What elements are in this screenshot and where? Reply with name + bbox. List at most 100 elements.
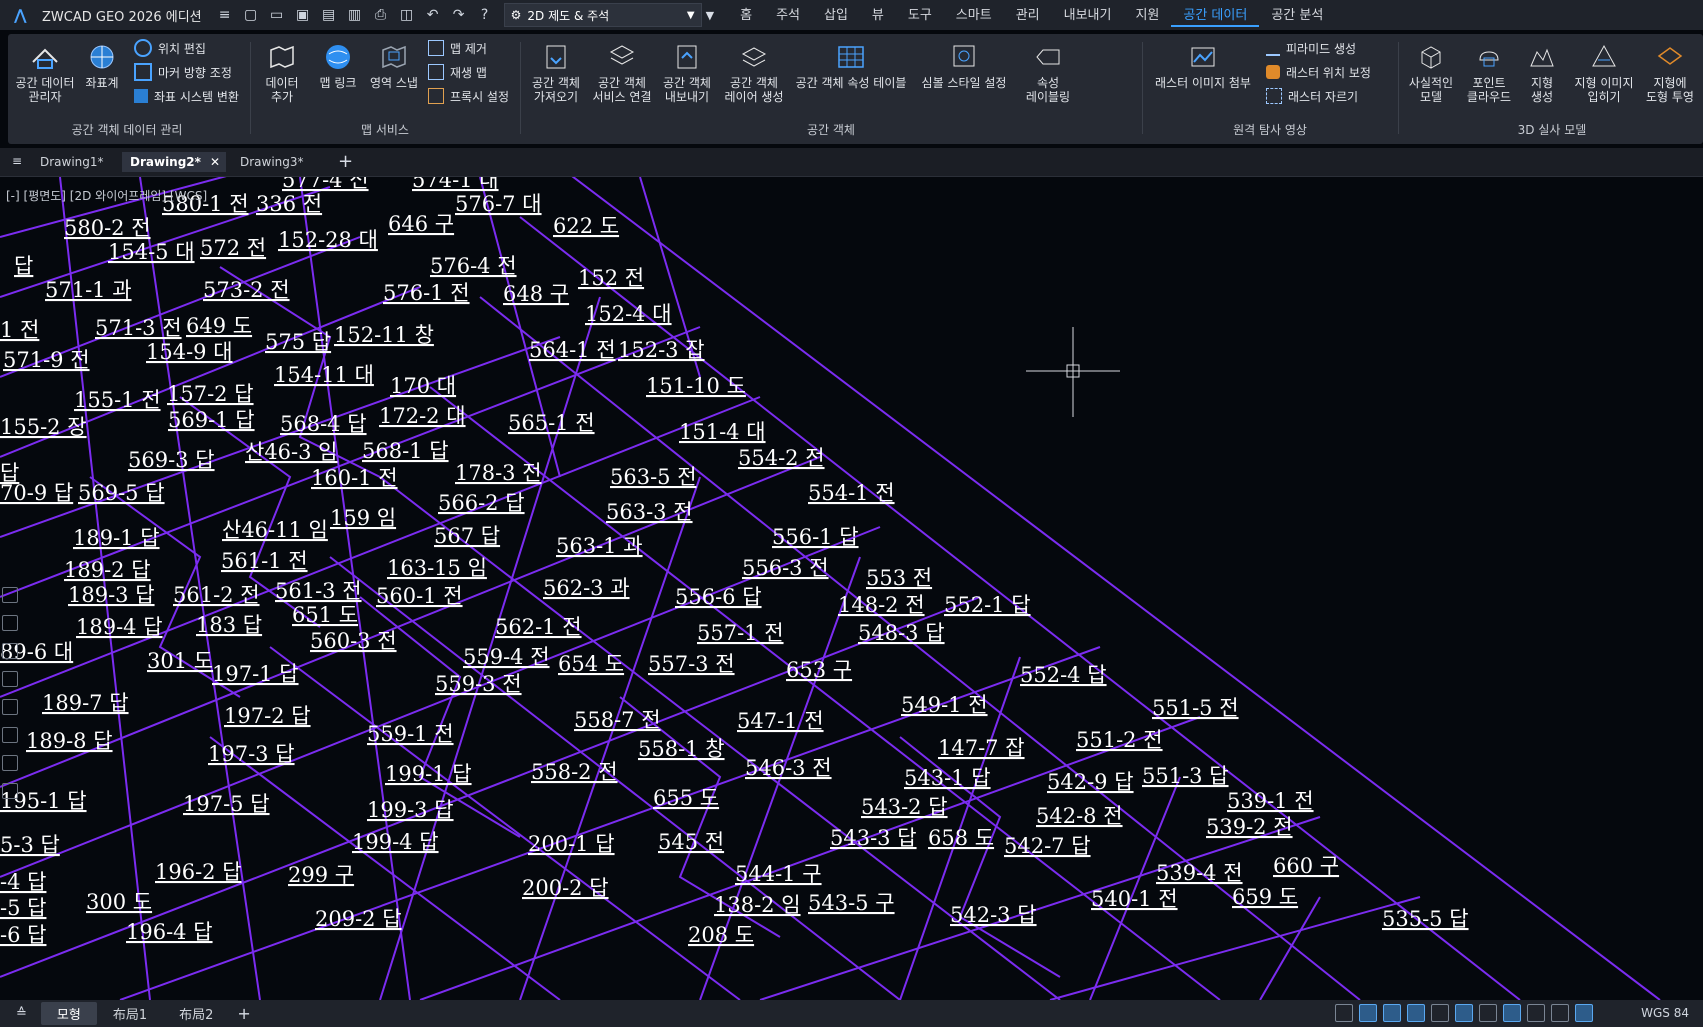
parcel-label[interactable]: 546-3 전 [745, 756, 832, 780]
parcel-label[interactable]: 542-3 답 [950, 903, 1037, 927]
real-model-button[interactable]: 사실적인 모델 [1404, 42, 1458, 104]
menu-item-3[interactable]: 뷰 [860, 4, 896, 27]
ortho-toggle-icon[interactable] [1383, 1004, 1401, 1022]
undo-icon[interactable]: ↶ [424, 6, 442, 24]
parcel-label[interactable]: 658 도 [928, 826, 994, 850]
globe-icon[interactable] [1575, 1004, 1593, 1022]
parcel-label[interactable]: 552-4 답 [1020, 663, 1107, 687]
parcel-label[interactable]: 299 구 [288, 863, 354, 887]
parcel-label[interactable]: 551-2 전 [1076, 728, 1163, 752]
parcel-label[interactable]: 577-4 전 [282, 177, 369, 192]
polar-toggle-icon[interactable] [1407, 1004, 1425, 1022]
terrain-image-button[interactable]: 지형 이미지 입히기 [1570, 42, 1638, 104]
parcel-label[interactable]: 558-1 창 [638, 737, 725, 761]
parcel-label[interactable]: 558-2 전 [531, 760, 618, 784]
parcel-label[interactable]: 557-1 전 [697, 621, 784, 645]
menu-item-0[interactable]: 홈 [728, 4, 764, 27]
lineweight-toggle-icon[interactable] [1479, 1004, 1497, 1022]
tool-icon[interactable] [2, 587, 18, 603]
menu-item-4[interactable]: 도구 [896, 4, 944, 27]
parcel-label[interactable]: 653 구 [786, 658, 852, 682]
parcel-label[interactable]: 560-1 전 [376, 584, 463, 608]
parcel-label[interactable]: 539-1 전 [1227, 789, 1314, 813]
save-icon[interactable]: ▣ [294, 6, 312, 24]
parcel-label[interactable]: 648 구 [503, 282, 569, 306]
parcel-label[interactable]: 551-5 전 [1152, 696, 1239, 720]
parcel-label[interactable]: 556-6 답 [675, 585, 762, 609]
data-manager-button[interactable]: 공간 데이터 관리자 [14, 42, 76, 104]
parcel-label[interactable]: 208 도 [688, 923, 754, 947]
parcel-label[interactable]: 답 [14, 254, 33, 278]
tool-icon[interactable] [2, 783, 18, 799]
parcel-label[interactable]: 544-1 구 [735, 862, 822, 886]
parcel-label[interactable]: 189-2 답 [64, 558, 151, 582]
drawing-viewport[interactable]: [-] [평면도] [2D 와이어프레임] [WCS] 580-1 전 336 전… [0, 177, 1703, 1000]
parcel-label[interactable]: 189-7 답 [42, 691, 129, 715]
parcel-label[interactable]: 197-2 답 [224, 704, 311, 728]
map-remove-button[interactable]: 맵 제거 [428, 38, 487, 58]
parcel-label[interactable]: 559-4 전 [463, 645, 550, 669]
parcel-label[interactable]: 542-7 답 [1004, 834, 1091, 858]
parcel-label[interactable]: 199-1 답 [385, 762, 472, 786]
parcel-label[interactable]: 556-3 전 [742, 556, 829, 580]
parcel-label[interactable]: 562-1 전 [495, 615, 582, 639]
parcel-label[interactable]: 147-7 잡 [938, 736, 1025, 760]
parcel-label[interactable]: 189-4 답 [76, 615, 163, 639]
parcel-label[interactable]: 152 전 [578, 266, 644, 290]
menu-item-7[interactable]: 내보내기 [1052, 4, 1124, 27]
parcel-label[interactable]: 151-4 대 [679, 420, 766, 444]
add-tab-icon[interactable]: + [338, 151, 353, 172]
parcel-label[interactable]: 563-3 전 [606, 500, 693, 524]
raster-attach-button[interactable]: 래스터 이미지 첨부 [1148, 42, 1258, 90]
coord-transform-button[interactable]: 좌표 시스템 변환 [134, 86, 239, 106]
open-folder-icon[interactable]: ▭ [268, 6, 286, 24]
parcel-label[interactable]: 560-3 전 [310, 629, 397, 653]
parcel-label[interactable]: 564-1 전 [529, 338, 616, 362]
data-add-button[interactable]: 데이터 추가 [260, 42, 304, 104]
parcel-label[interactable]: 562-3 과 [543, 576, 630, 600]
parcel-label[interactable]: 산46-3 임 [245, 440, 338, 464]
tab-drawing3[interactable]: Drawing3* [232, 152, 312, 172]
parcel-label[interactable]: 539-2 전 [1206, 815, 1293, 839]
parcel-label[interactable]: 542-8 전 [1036, 804, 1123, 828]
parcel-label[interactable]: 649 도 [186, 314, 252, 338]
attribute-label-button[interactable]: 속성 레이블링 [1024, 42, 1072, 104]
parcel-label[interactable]: 197-5 답 [183, 792, 270, 816]
raster-clip-button[interactable]: 래스터 자르기 [1266, 86, 1358, 106]
menu-item-5[interactable]: 스마트 [944, 4, 1004, 27]
parcel-label[interactable]: 155-2 장 [0, 415, 87, 439]
tool-icon[interactable] [2, 615, 18, 631]
tab-list-icon[interactable]: ≡ [12, 154, 22, 168]
service-connect-button[interactable]: 공간 객체 서비스 연결 [590, 42, 654, 104]
parcel-label[interactable]: 553 전 [866, 566, 932, 590]
crs-indicator[interactable]: WGS 84 [1641, 1006, 1689, 1020]
parcel-label[interactable]: 545 전 [658, 830, 724, 854]
parcel-label[interactable]: -6 답 [0, 923, 46, 947]
parcel-label[interactable]: 197-3 답 [208, 742, 295, 766]
customize-qa-icon[interactable]: ▼ [706, 9, 714, 22]
parcel-label[interactable]: 547-1 전 [737, 709, 824, 733]
parcel-label[interactable]: 138-2 임 [714, 893, 801, 917]
parcel-label[interactable]: 163-15 임 [387, 556, 487, 580]
parcel-label[interactable]: 155-1 전 [74, 388, 161, 412]
add-layout-icon[interactable]: + [237, 1004, 250, 1023]
parcel-label[interactable]: 660 구 [1273, 854, 1339, 878]
parcel-label[interactable]: 576-4 전 [430, 254, 517, 278]
parcel-label[interactable]: 561-2 전 [173, 583, 260, 607]
parcel-label[interactable]: 160-1 전 [311, 466, 398, 490]
map-regen-button[interactable]: 재생 맵 [428, 62, 487, 82]
parcel-label[interactable]: 154-5 대 [108, 240, 195, 264]
parcel-label[interactable]: 197-1 답 [212, 662, 299, 686]
layout-menu-icon[interactable]: ≙ [16, 1006, 27, 1021]
parcel-label[interactable]: 563-5 전 [610, 465, 697, 489]
parcel-label[interactable]: 576-7 대 [455, 192, 542, 216]
save-as-icon[interactable]: ▤ [320, 6, 338, 24]
parcel-label[interactable]: 196-4 답 [126, 920, 213, 944]
coordinate-icon[interactable] [1551, 1004, 1569, 1022]
layer-create-button[interactable]: 공간 객체 레이어 생성 [722, 42, 786, 104]
parcel-label[interactable]: 178-3 전 [455, 461, 542, 485]
parcel-label[interactable]: 산46-11 임 [222, 518, 328, 542]
parcel-label[interactable]: 651 도 [292, 603, 358, 627]
tool-icon[interactable] [2, 727, 18, 743]
marker-direction-button[interactable]: 마커 방향 조정 [134, 62, 232, 82]
